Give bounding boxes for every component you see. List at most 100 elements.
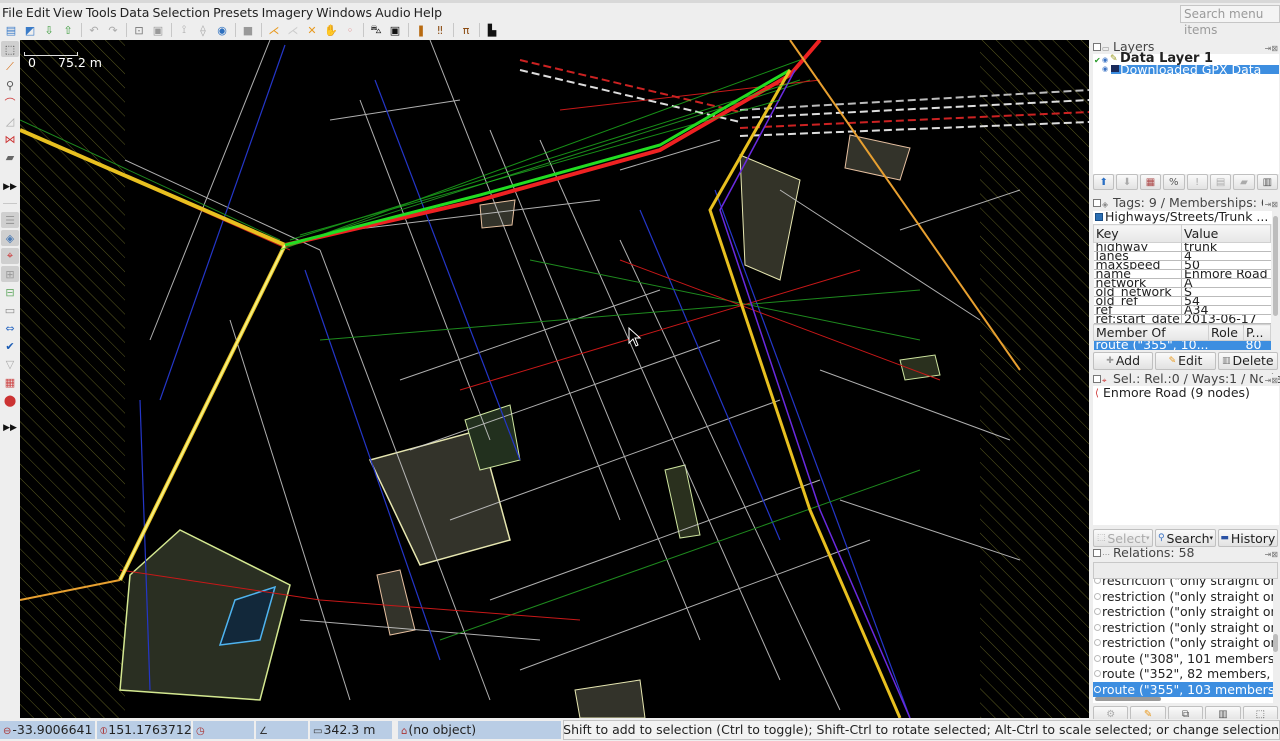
tags-dialog-title[interactable]: ◈ Tags: 9 / Memberships: 6 ⇥⊠ <box>1091 196 1280 210</box>
map-paint-toggle-icon[interactable]: ⬤ <box>1 392 19 408</box>
preset-link[interactable]: Highways/Streets/Trunk ... <box>1093 211 1272 224</box>
commands-toggle-icon[interactable]: ⊟ <box>1 284 19 300</box>
tag-value[interactable]: 4 <box>1181 251 1271 261</box>
relation-item[interactable]: restriction ("only straight on") <box>1093 589 1273 605</box>
relation-item[interactable]: route ("352", 82 members, incomplete) <box>1093 666 1273 682</box>
menu-view[interactable]: View <box>53 5 86 20</box>
layers-toggle-icon[interactable]: ☰ <box>1 212 19 228</box>
expand-tools-icon[interactable]: ▶▶ <box>1 179 19 195</box>
menu-data[interactable]: Data <box>120 5 153 20</box>
duplicate-layer-button[interactable]: ▰ <box>1233 174 1255 190</box>
dialog-dock-close-icons[interactable]: ⇥⊠ <box>1262 548 1278 560</box>
minimize-icon[interactable] <box>1093 43 1101 51</box>
minimize-icon[interactable] <box>1093 549 1101 557</box>
visibility-eye-icon[interactable]: ◉ <box>1102 56 1108 65</box>
relation-item[interactable]: restriction ("only straight on") <box>1093 620 1273 636</box>
open-file-icon[interactable]: ▤ <box>3 22 19 38</box>
upload-icon[interactable]: ⇧ <box>60 22 76 38</box>
bridge-icon[interactable]: π <box>458 22 474 38</box>
validation-toggle-icon[interactable]: ✔ <box>1 338 19 354</box>
selection-toggle-icon[interactable]: ⌖ <box>1 248 19 264</box>
improve-way-tool-icon[interactable]: ◿ <box>1 113 19 129</box>
membership-row[interactable]: route ("355", 10... 80 <box>1093 340 1271 350</box>
bus-icon[interactable]: ▣ <box>387 22 403 38</box>
factory-icon[interactable]: ▙ <box>484 22 500 38</box>
filter-toggle-icon[interactable]: ▽ <box>1 356 19 372</box>
tag-row[interactable]: network A <box>1093 278 1271 288</box>
tags-scrollbar[interactable] <box>1273 216 1278 316</box>
traffic-light-icon[interactable]: ‼ <box>432 22 448 38</box>
relation-item[interactable]: restriction ("only straight on") <box>1093 604 1273 620</box>
orthogonal-icon[interactable]: ✕ <box>304 22 320 38</box>
tag-row[interactable]: ref:start_date 2013-06-17 <box>1093 314 1271 324</box>
layer-info-button[interactable]: ! <box>1186 174 1208 190</box>
expand-toggles-icon[interactable]: ▶▶ <box>1 420 19 436</box>
position-column-header[interactable]: P... <box>1243 324 1271 341</box>
redo-icon[interactable]: ↷ <box>105 22 121 38</box>
tags-toggle-icon[interactable]: ◈ <box>1 230 19 246</box>
merge-down-button[interactable]: ▤ <box>1209 174 1232 190</box>
zoom-tool-icon[interactable]: ⚲ <box>1 77 19 93</box>
combine-icon[interactable]: ◉ <box>214 22 230 38</box>
tag-value[interactable]: A34 <box>1181 305 1271 315</box>
layers-list[interactable]: ✔ ◉ ✎ Data Layer 1 ◉ Downloaded GPX Data <box>1093 52 1279 174</box>
relation-filter-input[interactable] <box>1093 562 1278 579</box>
lasso-icon[interactable]: ◦ <box>342 22 358 38</box>
split-way-icon[interactable]: ⟠ <box>195 22 211 38</box>
menu-audio[interactable]: Audio <box>375 5 414 20</box>
tag-value[interactable]: A <box>1181 278 1271 288</box>
zoom-to-data-icon[interactable]: ⊡ <box>131 22 147 38</box>
tag-value[interactable]: 50 <box>1181 260 1271 270</box>
member-of-column-header[interactable]: Member Of <box>1092 324 1210 341</box>
relation-item[interactable]: restriction ("only straight on") <box>1093 579 1273 589</box>
tag-value[interactable]: S <box>1181 287 1271 297</box>
tag-row[interactable]: highway trunk <box>1093 242 1271 252</box>
relation-item[interactable]: restriction ("only straight on") <box>1093 635 1273 651</box>
preferences-icon[interactable]: ▣ <box>150 22 166 38</box>
warning-icon[interactable]: ❚ <box>413 22 429 38</box>
menu-imagery[interactable]: Imagery <box>262 5 317 20</box>
value-column-header[interactable]: Value <box>1181 224 1271 243</box>
dialog-dock-close-icons[interactable]: ⇥⊠ <box>1262 198 1278 210</box>
tag-value[interactable]: 2013-06-17 <box>1181 314 1271 324</box>
minimize-icon[interactable] <box>1093 375 1101 383</box>
tag-row[interactable]: old_ref 54 <box>1093 296 1271 306</box>
delete-icon[interactable]: ⋌ <box>285 22 301 38</box>
horizontal-scrollbar[interactable] <box>1095 697 1161 701</box>
car-icon[interactable]: ⛍ <box>368 22 384 38</box>
align-icon[interactable]: ⋌ <box>266 22 282 38</box>
simplify-way-icon[interactable]: ⟟ <box>176 22 192 38</box>
delete-tool-icon[interactable]: ⌒ <box>1 95 19 111</box>
tag-row[interactable]: old_network S <box>1093 287 1271 297</box>
menu-presets[interactable]: Presets <box>213 5 262 20</box>
map-canvas[interactable] <box>20 40 1089 718</box>
add-tag-button[interactable]: ✚ Add <box>1093 351 1154 370</box>
parallel-way-tool-icon[interactable]: ⋈ <box>1 131 19 147</box>
building-tool-icon[interactable]: ▰ <box>1 149 19 165</box>
menu-help[interactable]: Help <box>414 5 446 20</box>
history-button[interactable]: ▬ History <box>1217 529 1278 547</box>
open-location-icon[interactable]: ◩ <box>22 22 38 38</box>
tag-row[interactable]: lanes 4 <box>1093 251 1271 261</box>
relations-list[interactable]: restriction ("only straight on") restric… <box>1093 579 1273 703</box>
menu-windows[interactable]: Windows <box>316 5 375 20</box>
dialog-dock-close-icons[interactable]: ⇥⊠ <box>1262 42 1278 54</box>
move-up-button[interactable]: ⬆ <box>1093 174 1115 190</box>
opacity-button[interactable]: % <box>1163 174 1185 190</box>
gift-toggle-icon[interactable]: ▦ <box>1 374 19 390</box>
relation-item-selected[interactable]: route ("355", 103 members, incomplete) <box>1093 681 1273 697</box>
select-button[interactable]: ⬚ Select ▾ <box>1093 529 1154 547</box>
relations-toggle-icon[interactable]: ⊞ <box>1 266 19 282</box>
layer-item[interactable]: ◉ Downloaded GPX Data <box>1093 63 1279 76</box>
tag-row[interactable]: ref A34 <box>1093 305 1271 315</box>
search-button[interactable]: ⚲ Search ▾ <box>1155 529 1216 547</box>
layer-gray-icon[interactable]: ■ <box>240 22 256 38</box>
dialog-dock-close-icons[interactable]: ⇥⊠ <box>1262 374 1278 386</box>
map-view[interactable]: 0 75.2 m <box>20 40 1089 718</box>
hand-icon[interactable]: ✋ <box>323 22 339 38</box>
active-layer-check-icon[interactable]: ✔ <box>1094 56 1101 65</box>
move-down-button[interactable]: ⬇ <box>1116 174 1138 190</box>
delete-tag-button[interactable]: ▥ Delete <box>1217 351 1278 370</box>
key-column-header[interactable]: Key <box>1093 224 1182 243</box>
relations-dialog-title[interactable]: ⋯ Relations: 58 ⇥⊠ <box>1091 546 1280 560</box>
